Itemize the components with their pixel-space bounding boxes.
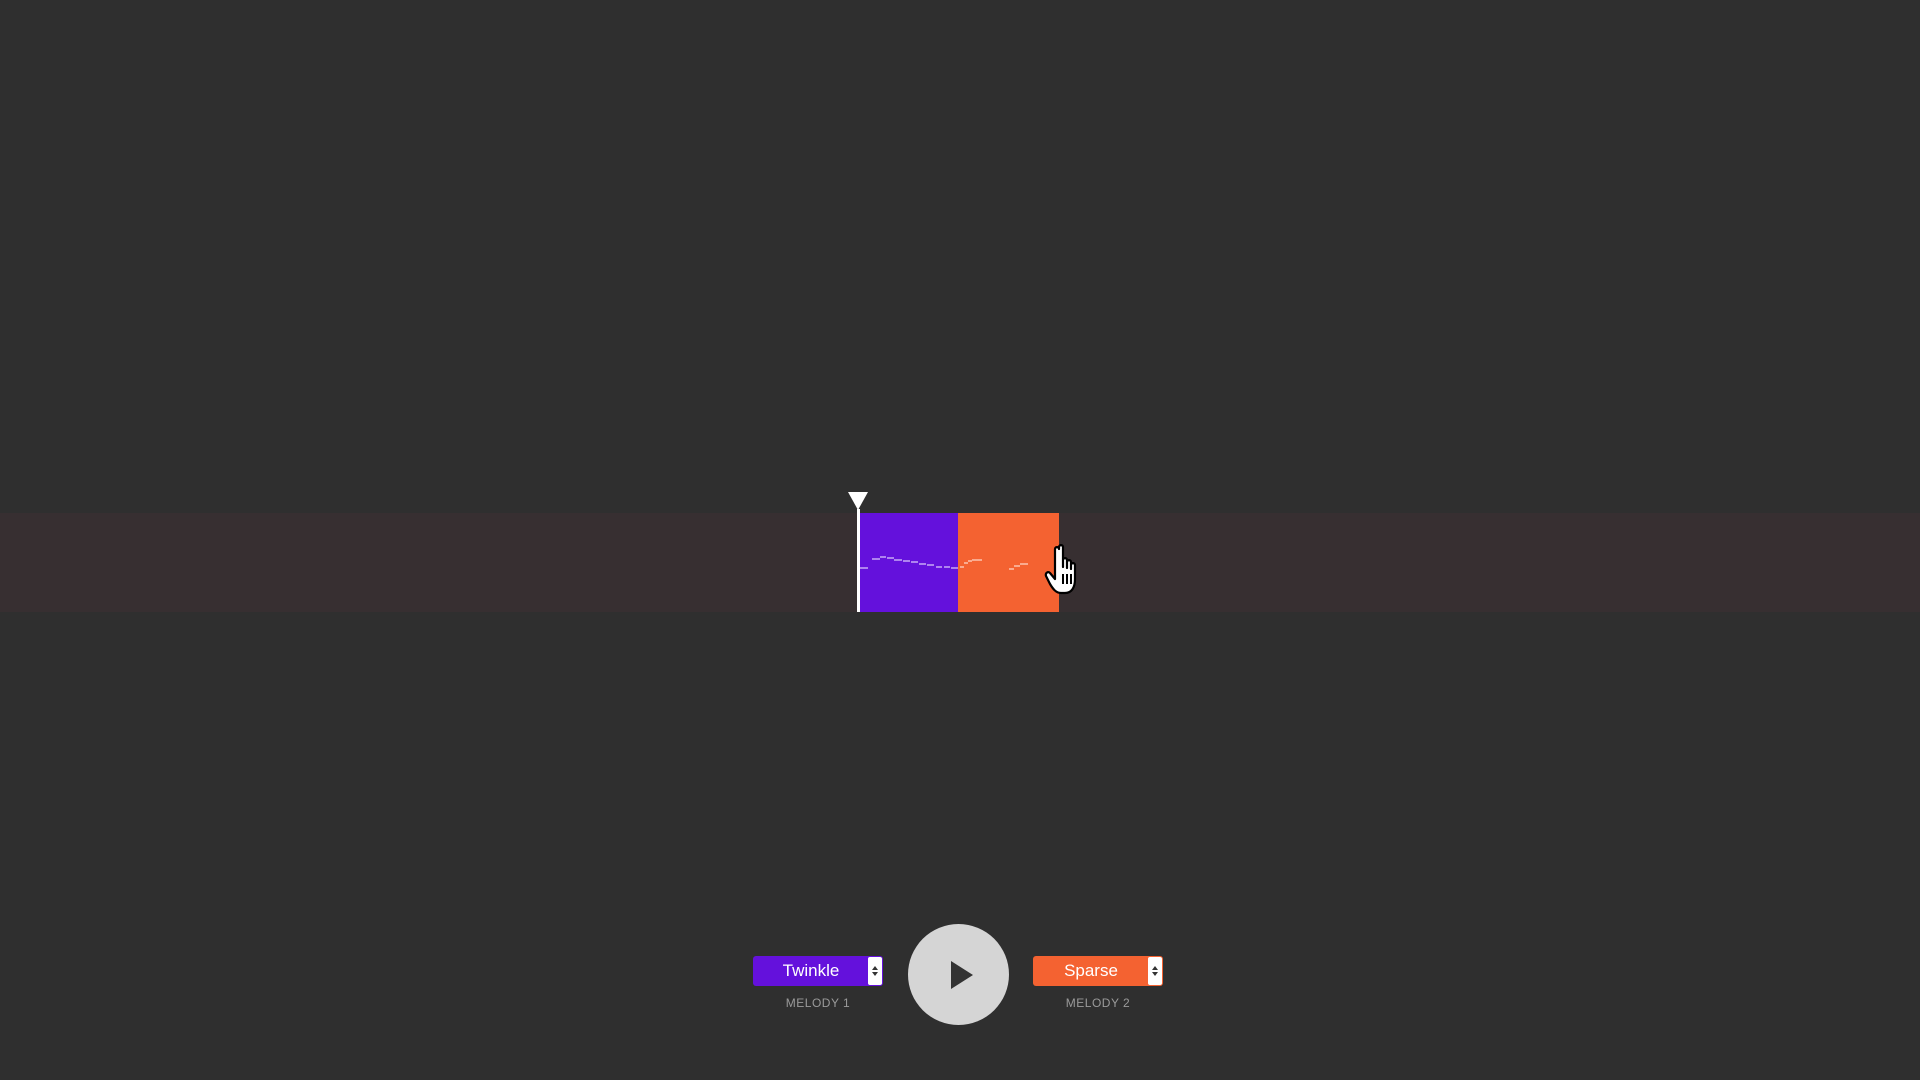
melody-mixer-page: Twinkle MELODY 1 Sparse MELODY 2	[0, 0, 1920, 1080]
arrow-down-icon	[1152, 972, 1158, 976]
select-arrows-icon[interactable]	[1148, 957, 1162, 985]
melody-2-control: Sparse MELODY 2	[1033, 956, 1163, 1010]
melody-1-select[interactable]: Twinkle	[753, 956, 883, 986]
melody-2-select[interactable]: Sparse	[1033, 956, 1163, 986]
play-button[interactable]	[908, 924, 1009, 1025]
hand-pointer-icon	[1040, 540, 1086, 596]
melody-2-selected-value: Sparse	[1064, 961, 1118, 980]
playhead-line	[857, 509, 860, 612]
melody-2-label: MELODY 2	[1065, 996, 1131, 1010]
arrow-up-icon	[872, 966, 878, 970]
melody-1-control: Twinkle MELODY 1	[753, 956, 883, 1010]
melody-1-notes	[860, 556, 958, 569]
select-arrows-icon[interactable]	[868, 957, 882, 985]
playhead-triangle-icon[interactable]	[848, 492, 868, 510]
arrow-down-icon	[872, 972, 878, 976]
arrow-up-icon	[1152, 966, 1158, 970]
playback-controls: Twinkle MELODY 1 Sparse MELODY 2	[0, 920, 1920, 1030]
timeline-block-melody-1[interactable]	[858, 513, 958, 612]
play-icon	[950, 960, 973, 989]
melody-1-selected-value: Twinkle	[782, 961, 840, 980]
melody-1-label: MELODY 1	[785, 996, 851, 1010]
